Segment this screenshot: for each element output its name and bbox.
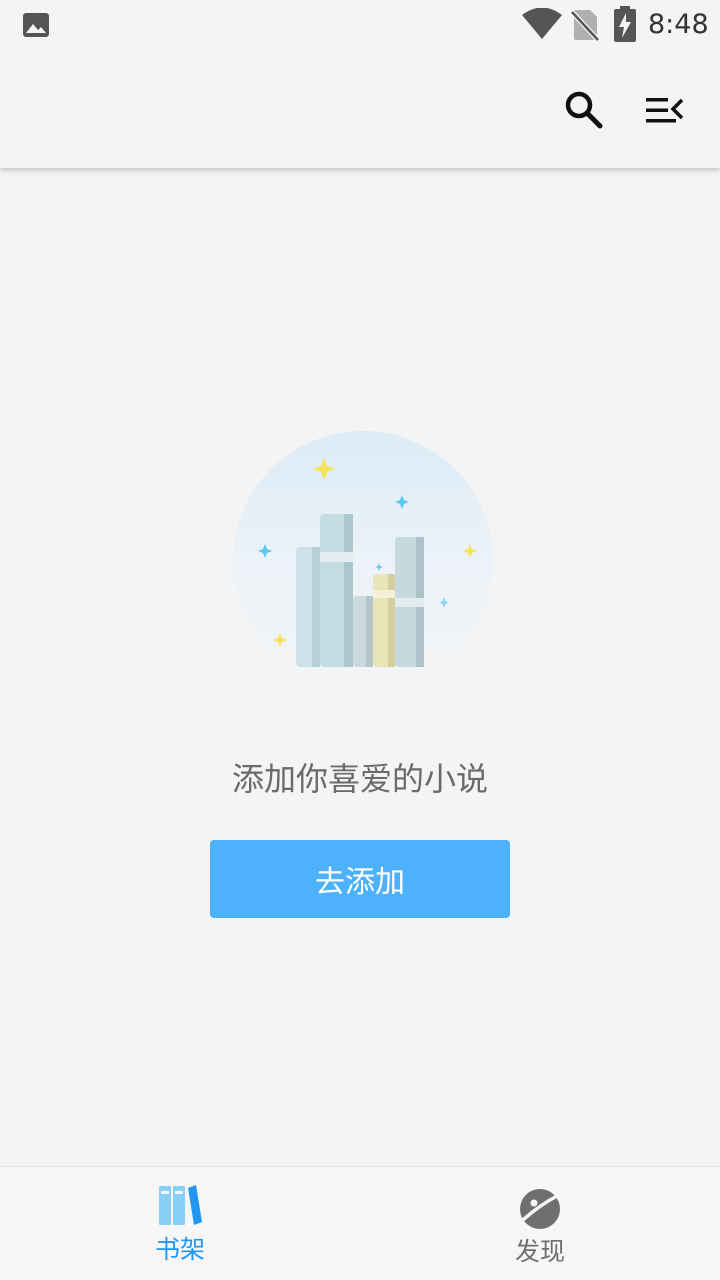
bookshelf-illustration: [233, 431, 493, 691]
no-sim-icon: [570, 10, 600, 42]
search-button[interactable]: [556, 82, 612, 138]
empty-state-message: 添加你喜爱的小说: [231, 760, 488, 798]
battery-charging-icon: [614, 6, 636, 42]
status-time: 8:48: [648, 9, 709, 40]
menu-collapse-icon: [646, 98, 684, 123]
wifi-icon: [522, 8, 562, 39]
toolbar: [0, 52, 720, 168]
search-icon: [565, 91, 603, 129]
go-add-button[interactable]: 去添加: [210, 840, 510, 918]
nav-label-bookshelf: 书架: [154, 1235, 205, 1264]
nav-item-bookshelf[interactable]: 书架: [0, 1167, 360, 1280]
nav-item-discover[interactable]: 发现: [360, 1167, 720, 1280]
bookshelf-icon: [159, 1185, 202, 1225]
planet-icon: [520, 1189, 560, 1229]
gallery-icon: [23, 13, 49, 37]
app-screen: 8:48 添加你喜爱的小说 去添加 书架 发现: [0, 0, 720, 1280]
status-bar: 8:48: [0, 0, 720, 52]
bottom-nav: 书架 发现: [0, 1166, 720, 1280]
menu-button[interactable]: [636, 82, 692, 138]
nav-label-discover: 发现: [514, 1237, 565, 1266]
